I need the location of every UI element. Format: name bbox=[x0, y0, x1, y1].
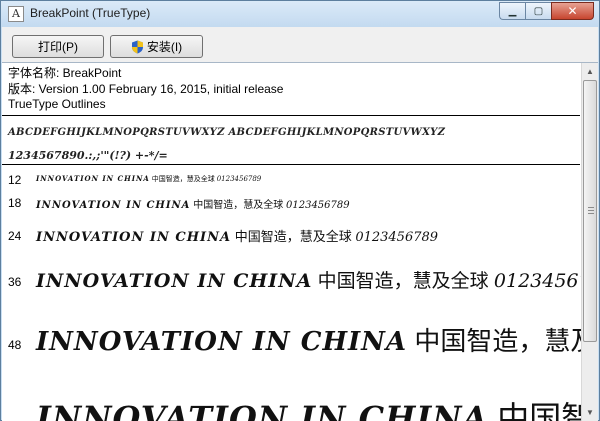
sample-latin: INNOVATION IN CHINA bbox=[36, 270, 313, 292]
sample-size-label: 36 bbox=[8, 275, 22, 289]
sample-size-label: 24 bbox=[8, 229, 22, 243]
sample-text: INNOVATION IN CHINA 中国智造，慧及全球 0123456789 bbox=[36, 196, 350, 211]
sample-latin: INNOVATION IN CHINA bbox=[36, 200, 191, 211]
charset-symbols: 1234567890.:,;'"(!?) +-*/= bbox=[8, 149, 168, 162]
sample-latin: INNOVATION IN CHINA bbox=[36, 399, 489, 421]
sample-numbers: 0123456789 bbox=[355, 230, 439, 245]
sample-text: INNOVATION IN CHINA 中国智造，慧及全球 0123456789 bbox=[36, 226, 438, 245]
font-file-icon: A bbox=[8, 6, 24, 22]
print-button[interactable]: 打印(P) bbox=[12, 35, 104, 58]
font-outline-type: TrueType Outlines bbox=[8, 97, 106, 111]
install-button-label: 安装(I) bbox=[146, 40, 183, 54]
sample-size-label: 18 bbox=[8, 196, 22, 210]
font-preview-area[interactable]: 字体名称: BreakPoint 版本: Version 1.00 Februa… bbox=[2, 63, 598, 421]
sample-latin: INNOVATION IN CHINA bbox=[36, 327, 408, 357]
window-title: BreakPoint (TrueType) bbox=[30, 6, 151, 20]
grip-line bbox=[588, 210, 594, 211]
sample-size-label: 48 bbox=[8, 338, 22, 352]
close-icon: ✕ bbox=[567, 4, 578, 18]
maximize-button[interactable]: ▢ bbox=[525, 2, 551, 20]
sample-numbers: 0123456789 bbox=[286, 200, 350, 211]
close-button[interactable]: ✕ bbox=[551, 2, 594, 20]
divider bbox=[2, 115, 580, 116]
sample-size-label: 12 bbox=[8, 173, 22, 187]
sample-cjk: 中国智造，慧及全球 bbox=[414, 327, 598, 357]
sample-latin: INNOVATION IN CHINA bbox=[36, 174, 150, 183]
scroll-down-button[interactable]: ▼ bbox=[582, 404, 598, 421]
sample-text: INNOVATION IN CHINA 中国智造，慧及全球 0123456789 bbox=[36, 321, 598, 358]
vertical-scrollbar[interactable]: ▲ ▼ bbox=[581, 63, 598, 421]
sample-cjk: 中国智造，慧及全球 bbox=[193, 200, 284, 211]
sample-cjk: 中国智造，慧及全球 bbox=[234, 230, 352, 245]
grip-line bbox=[588, 207, 594, 208]
font-version: 版本: Version 1.00 February 16, 2015, init… bbox=[8, 81, 284, 96]
caption-buttons: ▁ ▢ ✕ bbox=[499, 2, 594, 20]
sample-numbers: 0123456789 bbox=[216, 175, 262, 183]
chevron-down-icon: ▼ bbox=[586, 408, 594, 417]
chevron-up-icon: ▲ bbox=[586, 67, 594, 76]
scroll-up-button[interactable]: ▲ bbox=[582, 63, 598, 80]
sample-text: INNOVATION IN CHINA 中国智造，慧及全球 0123456789 bbox=[36, 174, 261, 184]
font-viewer-window: A BreakPoint (TrueType) ▁ ▢ ✕ 打印(P) 安装(I… bbox=[0, 0, 600, 421]
minimize-button[interactable]: ▁ bbox=[499, 2, 525, 20]
font-info: 字体名称: BreakPoint 版本: Version 1.00 Februa… bbox=[8, 66, 284, 113]
title-bar[interactable]: A BreakPoint (TrueType) ▁ ▢ ✕ bbox=[1, 1, 599, 27]
sample-latin: INNOVATION IN CHINA bbox=[36, 230, 232, 245]
sample-text: INNOVATION IN CHINA 中国智造，慧及全球 0123456789 bbox=[36, 266, 598, 293]
sample-cjk: 中国智造，慧及全球 bbox=[317, 270, 489, 292]
font-name: 字体名称: BreakPoint bbox=[8, 66, 122, 80]
print-button-label: 打印(P) bbox=[38, 40, 78, 54]
maximize-icon: ▢ bbox=[533, 5, 544, 17]
divider bbox=[2, 164, 580, 165]
sample-text: INNOVATION IN CHINA 中国智造，慧及全球 bbox=[36, 393, 598, 421]
toolbar: 打印(P) 安装(I) bbox=[2, 27, 598, 63]
sample-cjk: 中国智造，慧及全球 bbox=[151, 175, 215, 183]
charset-letters: ABCDEFGHIJKLMNOPQRSTUVWXYZ ABCDEFGHIJKLM… bbox=[8, 127, 446, 138]
uac-shield-icon bbox=[131, 40, 144, 54]
install-button[interactable]: 安装(I) bbox=[110, 35, 203, 58]
minimize-icon: ▁ bbox=[508, 5, 517, 17]
grip-line bbox=[588, 213, 594, 214]
scrollbar-thumb[interactable] bbox=[583, 80, 597, 342]
